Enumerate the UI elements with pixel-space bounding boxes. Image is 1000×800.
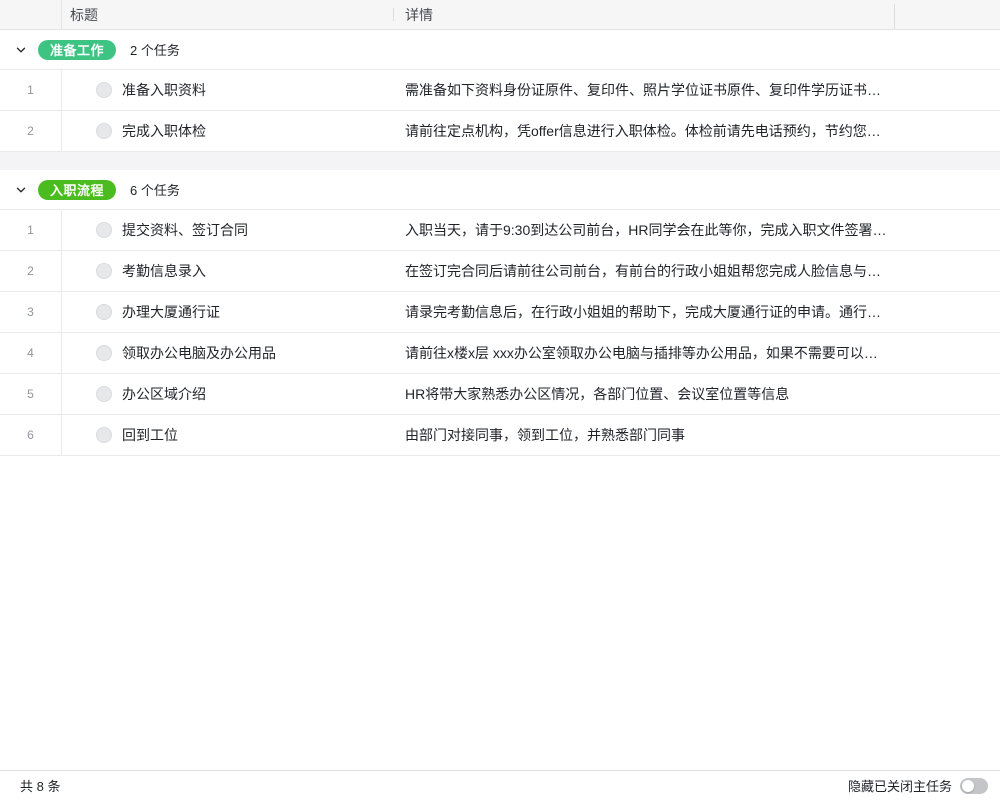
task-title-cell[interactable]: 领取办公电脑及办公用品 bbox=[62, 333, 393, 373]
task-row[interactable]: 5 办公区域介绍 HR将带大家熟悉办公区情况，各部门位置、会议室位置等信息 bbox=[0, 374, 1000, 415]
task-detail: 请前往x楼x层 xxx办公室领取办公电脑与插排等办公用品，如果不需要可以… bbox=[405, 343, 878, 363]
task-detail: HR将带大家熟悉办公区情况，各部门位置、会议室位置等信息 bbox=[405, 384, 789, 404]
task-detail-cell[interactable]: HR将带大家熟悉办公区情况，各部门位置、会议室位置等信息 bbox=[393, 374, 1000, 414]
task-complete-checkbox[interactable] bbox=[96, 222, 112, 238]
task-detail: 请前往定点机构，凭offer信息进行入职体检。体检前请先电话预约，节约您… bbox=[405, 121, 881, 141]
column-divider[interactable] bbox=[393, 8, 394, 21]
group-task-count: 6 个任务 bbox=[130, 180, 180, 199]
task-row-number: 2 bbox=[0, 111, 62, 151]
task-title-cell[interactable]: 准备入职资料 bbox=[62, 70, 393, 110]
chevron-down-icon[interactable] bbox=[12, 41, 30, 59]
task-detail-cell[interactable]: 由部门对接同事，领到工位，并熟悉部门同事 bbox=[393, 415, 1000, 455]
task-detail-cell[interactable]: 入职当天，请于9:30到达公司前台，HR同学会在此等你，完成入职文件签署… bbox=[393, 210, 1000, 250]
task-detail: 入职当天，请于9:30到达公司前台，HR同学会在此等你，完成入职文件签署… bbox=[405, 220, 886, 240]
task-row-number: 4 bbox=[0, 333, 62, 373]
task-title: 提交资料、签订合同 bbox=[122, 220, 248, 240]
task-detail: 请录完考勤信息后，在行政小姐姐的帮助下，完成大厦通行证的申请。通行… bbox=[405, 302, 881, 322]
task-title-cell[interactable]: 提交资料、签订合同 bbox=[62, 210, 393, 250]
task-title: 考勤信息录入 bbox=[122, 261, 206, 281]
task-title: 领取办公电脑及办公用品 bbox=[122, 343, 276, 363]
task-complete-checkbox[interactable] bbox=[96, 345, 112, 361]
task-title: 办理大厦通行证 bbox=[122, 302, 220, 322]
task-title-cell[interactable]: 办理大厦通行证 bbox=[62, 292, 393, 332]
task-row-number: 5 bbox=[0, 374, 62, 414]
task-row-number: 6 bbox=[0, 415, 62, 455]
task-title: 回到工位 bbox=[122, 425, 178, 445]
task-title: 办公区域介绍 bbox=[122, 384, 206, 404]
task-title-cell[interactable]: 办公区域介绍 bbox=[62, 374, 393, 414]
hide-closed-tasks-toggle[interactable] bbox=[960, 778, 988, 794]
toggle-knob bbox=[962, 780, 974, 792]
column-divider[interactable] bbox=[894, 4, 895, 29]
task-detail-cell[interactable]: 请前往x楼x层 xxx办公室领取办公电脑与插排等办公用品，如果不需要可以… bbox=[393, 333, 1000, 373]
task-row[interactable]: 3 办理大厦通行证 请录完考勤信息后，在行政小姐姐的帮助下，完成大厦通行证的申请… bbox=[0, 292, 1000, 333]
task-title-cell[interactable]: 考勤信息录入 bbox=[62, 251, 393, 291]
task-title: 准备入职资料 bbox=[122, 80, 206, 100]
task-detail-cell[interactable]: 请录完考勤信息后，在行政小姐姐的帮助下，完成大厦通行证的申请。通行… bbox=[393, 292, 1000, 332]
task-complete-checkbox[interactable] bbox=[96, 123, 112, 139]
hide-closed-tasks-label: 隐藏已关闭主任务 bbox=[848, 776, 952, 795]
record-count: 共 8 条 bbox=[20, 776, 60, 795]
group-header[interactable]: 准备工作 2 个任务 bbox=[0, 30, 1000, 70]
task-title: 完成入职体检 bbox=[122, 121, 206, 141]
chevron-down-icon[interactable] bbox=[12, 181, 30, 199]
task-detail: 由部门对接同事，领到工位，并熟悉部门同事 bbox=[405, 425, 685, 445]
task-complete-checkbox[interactable] bbox=[96, 427, 112, 443]
group-header[interactable]: 入职流程 6 个任务 bbox=[0, 170, 1000, 210]
task-title-cell[interactable]: 完成入职体检 bbox=[62, 111, 393, 151]
task-row-number: 1 bbox=[0, 70, 62, 110]
task-row[interactable]: 2 完成入职体检 请前往定点机构，凭offer信息进行入职体检。体检前请先电话预… bbox=[0, 111, 1000, 152]
footer-bar: 共 8 条 隐藏已关闭主任务 bbox=[0, 770, 1000, 800]
row-number-column-header bbox=[0, 0, 62, 29]
task-table-view: 标题 详情 准备工作 2 个任务 1 准备入职资料 需准备如下资料身份证原件、复… bbox=[0, 0, 1000, 800]
task-title-cell[interactable]: 回到工位 bbox=[62, 415, 393, 455]
column-header-detail[interactable]: 详情 bbox=[393, 0, 1000, 29]
task-list: 准备工作 2 个任务 1 准备入职资料 需准备如下资料身份证原件、复印件、照片学… bbox=[0, 30, 1000, 770]
task-row[interactable]: 1 准备入职资料 需准备如下资料身份证原件、复印件、照片学位证书原件、复印件学历… bbox=[0, 70, 1000, 111]
task-detail: 需准备如下资料身份证原件、复印件、照片学位证书原件、复印件学历证书… bbox=[405, 80, 881, 100]
group-badge[interactable]: 准备工作 bbox=[38, 40, 116, 60]
task-row[interactable]: 1 提交资料、签订合同 入职当天，请于9:30到达公司前台，HR同学会在此等你，… bbox=[0, 210, 1000, 251]
task-row-number: 1 bbox=[0, 210, 62, 250]
task-row-number: 2 bbox=[0, 251, 62, 291]
task-complete-checkbox[interactable] bbox=[96, 386, 112, 402]
task-complete-checkbox[interactable] bbox=[96, 304, 112, 320]
group-rows: 1 准备入职资料 需准备如下资料身份证原件、复印件、照片学位证书原件、复印件学历… bbox=[0, 70, 1000, 152]
task-detail-cell[interactable]: 在签订完合同后请前往公司前台，有前台的行政小姐姐帮您完成人脸信息与… bbox=[393, 251, 1000, 291]
group-badge[interactable]: 入职流程 bbox=[38, 180, 116, 200]
column-header-title-label: 标题 bbox=[70, 5, 98, 25]
group-rows: 1 提交资料、签订合同 入职当天，请于9:30到达公司前台，HR同学会在此等你，… bbox=[0, 210, 1000, 456]
task-complete-checkbox[interactable] bbox=[96, 82, 112, 98]
task-detail-cell[interactable]: 需准备如下资料身份证原件、复印件、照片学位证书原件、复印件学历证书… bbox=[393, 70, 1000, 110]
column-header-title[interactable]: 标题 bbox=[62, 0, 393, 29]
task-complete-checkbox[interactable] bbox=[96, 263, 112, 279]
task-detail-cell[interactable]: 请前往定点机构，凭offer信息进行入职体检。体检前请先电话预约，节约您… bbox=[393, 111, 1000, 151]
group-separator bbox=[0, 152, 1000, 170]
task-detail: 在签订完合同后请前往公司前台，有前台的行政小姐姐帮您完成人脸信息与… bbox=[405, 261, 881, 281]
table-header: 标题 详情 bbox=[0, 0, 1000, 30]
task-group: 入职流程 6 个任务 1 提交资料、签订合同 入职当天，请于9:30到达公司前台… bbox=[0, 170, 1000, 456]
task-row[interactable]: 4 领取办公电脑及办公用品 请前往x楼x层 xxx办公室领取办公电脑与插排等办公… bbox=[0, 333, 1000, 374]
task-row-number: 3 bbox=[0, 292, 62, 332]
column-header-detail-label: 详情 bbox=[405, 5, 433, 25]
task-group: 准备工作 2 个任务 1 准备入职资料 需准备如下资料身份证原件、复印件、照片学… bbox=[0, 30, 1000, 170]
task-row[interactable]: 6 回到工位 由部门对接同事，领到工位，并熟悉部门同事 bbox=[0, 415, 1000, 456]
group-task-count: 2 个任务 bbox=[130, 40, 180, 59]
task-row[interactable]: 2 考勤信息录入 在签订完合同后请前往公司前台，有前台的行政小姐姐帮您完成人脸信… bbox=[0, 251, 1000, 292]
